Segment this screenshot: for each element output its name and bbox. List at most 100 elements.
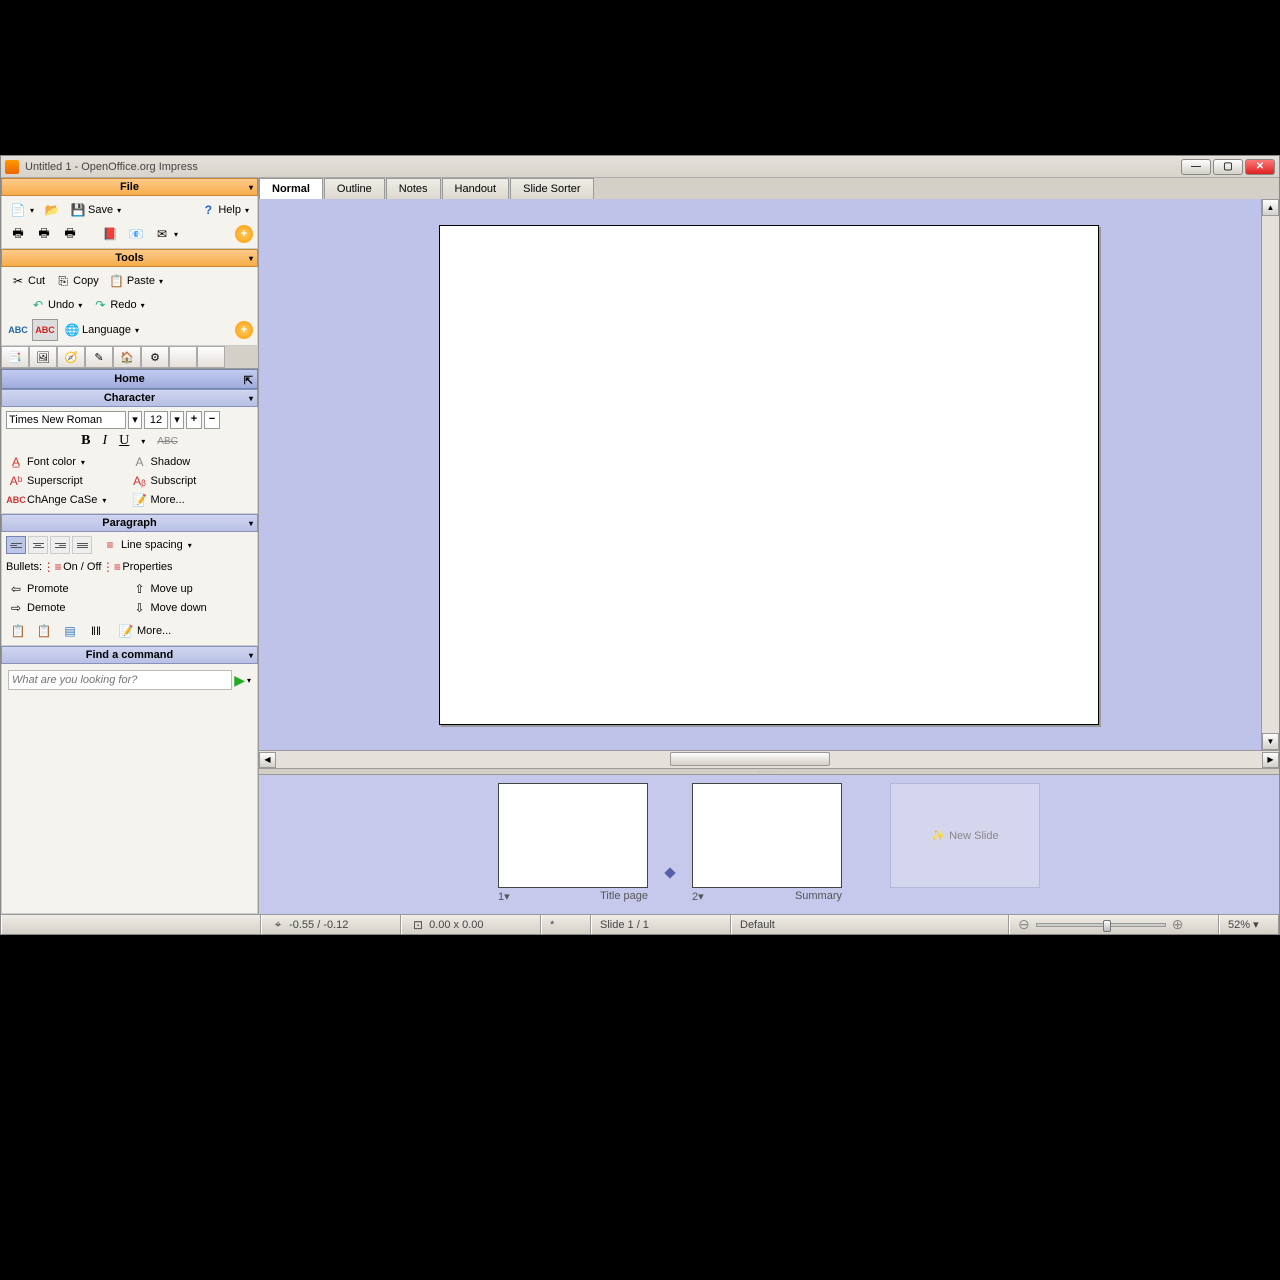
spellcheck-button[interactable]: ABC: [6, 320, 30, 340]
align-right-button[interactable]: [50, 536, 70, 554]
subscript-button[interactable]: AᵦSubscript: [132, 472, 252, 490]
minimize-button[interactable]: —: [1181, 159, 1211, 175]
bold-button[interactable]: B: [81, 433, 90, 449]
thumb-2-preview[interactable]: [692, 783, 842, 888]
bullets-onoff-button[interactable]: ⋮≡On / Off: [44, 558, 101, 576]
character-more-button[interactable]: 📝More...: [132, 491, 252, 509]
copy-button[interactable]: ⎘Copy: [51, 271, 103, 291]
new-doc-button[interactable]: 📄: [6, 200, 38, 220]
promote-button[interactable]: ⇦Promote: [8, 580, 128, 598]
para-tool3[interactable]: ▤: [58, 621, 82, 641]
thumb-1[interactable]: 1▾Title page: [498, 783, 648, 903]
font-size-increase[interactable]: +: [186, 411, 202, 429]
mail-button[interactable]: 📧: [124, 224, 148, 244]
file-section-header[interactable]: File▾: [1, 178, 258, 196]
scroll-left-arrow[interactable]: ◀: [259, 752, 276, 768]
tools-section-header[interactable]: Tools▾: [1, 249, 258, 267]
hscroll-thumb[interactable]: [670, 752, 830, 766]
strikethrough-button[interactable]: ABC: [157, 436, 178, 447]
close-button[interactable]: ✕: [1245, 159, 1275, 175]
align-center-button[interactable]: [28, 536, 48, 554]
redo-button[interactable]: ↷Redo: [88, 295, 148, 315]
font-size-input[interactable]: [144, 411, 168, 429]
font-size-dropdown[interactable]: ▾: [170, 411, 184, 429]
horizontal-scrollbar[interactable]: ◀ ▶: [259, 750, 1279, 768]
scroll-down-arrow[interactable]: ▼: [1262, 733, 1279, 750]
scroll-up-arrow[interactable]: ▲: [1262, 199, 1279, 216]
thumb-2-num[interactable]: 2▾: [692, 890, 704, 903]
mail-dropdown-button[interactable]: ✉: [150, 224, 182, 244]
find-dropdown[interactable]: ▾: [247, 676, 251, 685]
home-header[interactable]: Home⇱: [1, 369, 258, 389]
para-tool2[interactable]: 📋: [32, 621, 56, 641]
maximize-button[interactable]: ▢: [1213, 159, 1243, 175]
tab-gallery-icon[interactable]: 🖼: [29, 346, 57, 368]
language-button[interactable]: 🌐Language: [60, 320, 143, 340]
paragraph-header[interactable]: Paragraph▾: [1, 514, 258, 532]
thumb-1-num[interactable]: 1▾: [498, 890, 510, 903]
font-name-input[interactable]: [6, 411, 126, 429]
undo-button[interactable]: ↶Undo: [26, 295, 86, 315]
paste-button[interactable]: 📋Paste: [105, 271, 167, 291]
slide-canvas[interactable]: [439, 225, 1099, 725]
font-name-dropdown[interactable]: ▾: [128, 411, 142, 429]
print-button[interactable]: 🖶: [6, 224, 30, 244]
paragraph-more-button[interactable]: 📝More...: [118, 622, 171, 640]
italic-button[interactable]: I: [102, 433, 107, 449]
demote-button[interactable]: ⇨Demote: [8, 599, 128, 617]
slide-counter[interactable]: Slide 1 / 1: [600, 919, 649, 931]
font-color-button[interactable]: A̲Font color: [8, 453, 128, 471]
zoom-knob[interactable]: [1103, 920, 1111, 932]
para-tool4[interactable]: ǁǁ: [84, 621, 108, 641]
vertical-scrollbar[interactable]: ▲ ▼: [1261, 199, 1279, 750]
underline-button[interactable]: U: [119, 433, 129, 449]
zoom-percent[interactable]: 52%: [1228, 919, 1250, 931]
shadow-button[interactable]: AShadow: [132, 453, 252, 471]
tab-blank2[interactable]: [197, 346, 225, 368]
superscript-button[interactable]: AᵇSuperscript: [8, 472, 128, 490]
find-input[interactable]: [8, 670, 232, 690]
zoom-slider[interactable]: [1036, 923, 1166, 927]
open-button[interactable]: 📂: [40, 200, 64, 220]
change-case-button[interactable]: ABCChAnge CaSe: [8, 491, 128, 509]
canvas[interactable]: ▲ ▼: [259, 199, 1279, 750]
tab-normal[interactable]: Normal: [259, 178, 323, 199]
tab-draw-icon[interactable]: ✎: [85, 346, 113, 368]
underline-dropdown[interactable]: ▾: [141, 437, 145, 446]
scroll-right-arrow[interactable]: ▶: [1262, 752, 1279, 768]
tab-slide-icon[interactable]: 📑: [1, 346, 29, 368]
cut-button[interactable]: ✂Cut: [6, 271, 49, 291]
find-header[interactable]: Find a command▾: [1, 646, 258, 664]
help-button[interactable]: ?Help: [196, 200, 253, 220]
new-slide-button[interactable]: ✨New Slide: [890, 783, 1040, 888]
font-size-decrease[interactable]: −: [204, 411, 220, 429]
tab-slidesorter[interactable]: Slide Sorter: [510, 178, 593, 199]
tab-navigator-icon[interactable]: 🧭: [57, 346, 85, 368]
tab-notes[interactable]: Notes: [386, 178, 441, 199]
moveup-button[interactable]: ⇧Move up: [132, 580, 252, 598]
para-tool1[interactable]: 📋: [6, 621, 30, 641]
thumb-2[interactable]: 2▾Summary: [692, 783, 842, 903]
tab-settings-icon[interactable]: ⚙: [141, 346, 169, 368]
slide-style[interactable]: Default: [740, 919, 775, 931]
align-justify-button[interactable]: [72, 536, 92, 554]
character-header[interactable]: Character▾: [1, 389, 258, 407]
print-direct-button[interactable]: 🖶: [58, 224, 82, 244]
tools-add-button[interactable]: +: [235, 321, 253, 339]
autospellcheck-button[interactable]: ABC: [32, 319, 58, 341]
line-spacing-button[interactable]: ≡Line spacing: [102, 536, 192, 554]
zoom-in-button[interactable]: ⊕: [1172, 916, 1184, 933]
tab-home-icon[interactable]: 🏠: [113, 346, 141, 368]
print-preview-button[interactable]: 🖶: [32, 224, 56, 244]
movedown-button[interactable]: ⇩Move down: [132, 599, 252, 617]
add-button[interactable]: +: [235, 225, 253, 243]
find-go-button[interactable]: ▶: [234, 672, 245, 689]
thumb-1-preview[interactable]: [498, 783, 648, 888]
align-left-button[interactable]: [6, 536, 26, 554]
bullets-properties-button[interactable]: ⋮≡Properties: [103, 558, 172, 576]
tab-handout[interactable]: Handout: [442, 178, 510, 199]
tab-outline[interactable]: Outline: [324, 178, 385, 199]
save-button[interactable]: 💾Save: [66, 200, 125, 220]
tab-blank1[interactable]: [169, 346, 197, 368]
export-pdf-button[interactable]: 📕: [98, 224, 122, 244]
